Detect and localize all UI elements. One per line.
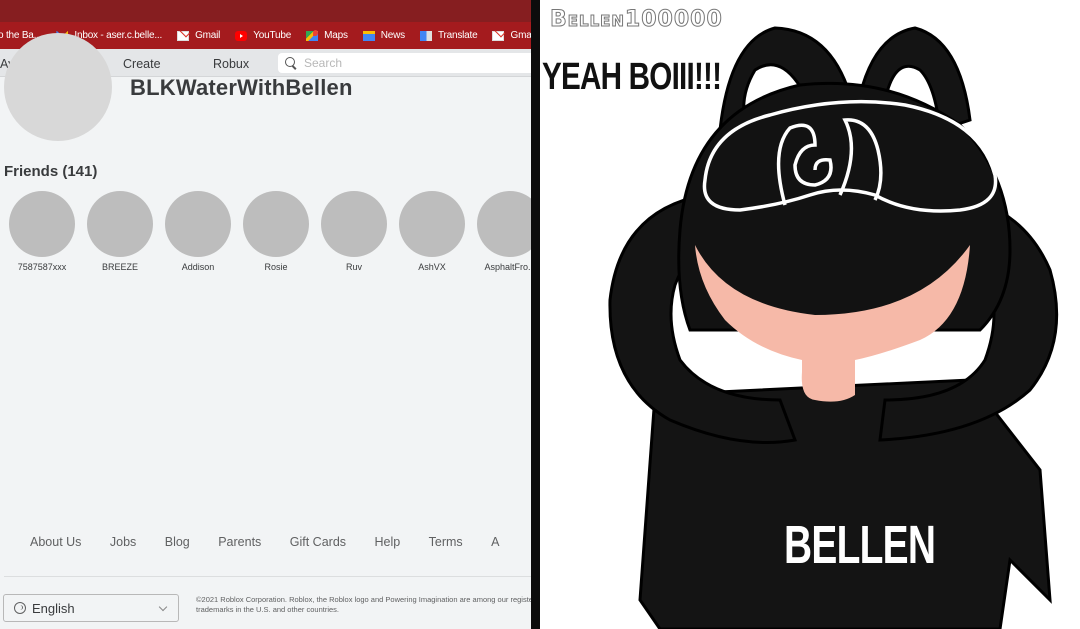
- friend-avatar[interactable]: [399, 191, 465, 257]
- friend-avatar[interactable]: [321, 191, 387, 257]
- friend-item[interactable]: Rosie: [237, 191, 315, 272]
- friends-list: 7587587xxx BREEZE Addison Rosie Ruv AshV…: [0, 191, 531, 281]
- friend-name[interactable]: Rosie: [237, 262, 315, 272]
- friends-heading[interactable]: Friends (141): [4, 163, 97, 180]
- bookmark-item[interactable]: Translate: [419, 30, 478, 41]
- footer-divider: [4, 576, 531, 577]
- nav-create[interactable]: Create: [123, 57, 161, 71]
- search-icon: [284, 56, 298, 70]
- friend-name[interactable]: Addison: [159, 262, 237, 272]
- bookmark-item[interactable]: News: [362, 30, 405, 41]
- bookmark-label: News: [380, 30, 405, 41]
- footer-link-terms[interactable]: Terms: [429, 535, 463, 549]
- footer-link-truncated[interactable]: A: [491, 535, 499, 549]
- friend-item[interactable]: BREEZE: [81, 191, 159, 272]
- bookmark-label: Translate: [437, 30, 478, 41]
- globe-icon: [14, 602, 26, 614]
- panel-divider: [531, 0, 540, 629]
- footer-link-gift-cards[interactable]: Gift Cards: [290, 535, 346, 549]
- youtube-icon: [235, 30, 248, 41]
- footer-link-about-us[interactable]: About Us: [30, 535, 81, 549]
- friend-item[interactable]: Ruv: [315, 191, 393, 272]
- friend-name[interactable]: 7587587xxx: [3, 262, 81, 272]
- bookmark-label: YouTube: [253, 30, 292, 41]
- translate-icon: [419, 30, 432, 41]
- friend-item[interactable]: AshVX: [393, 191, 471, 272]
- footer-link-blog[interactable]: Blog: [165, 535, 190, 549]
- browser-titlebar: [0, 0, 531, 22]
- chevron-down-icon: [158, 602, 168, 612]
- bookmark-label: Maps: [324, 30, 348, 41]
- profile-avatar[interactable]: [4, 33, 112, 141]
- language-select[interactable]: English: [3, 594, 179, 622]
- roblox-profile-screenshot: o the Ba... Inbox - aser.c.belle... Gmai…: [0, 0, 531, 629]
- nav-robux[interactable]: Robux: [213, 57, 249, 71]
- footer-link-jobs[interactable]: Jobs: [110, 535, 136, 549]
- friend-avatar[interactable]: [165, 191, 231, 257]
- friend-item[interactable]: AsphaltFro...: [471, 191, 531, 272]
- meme-image: Bellen100000 YEAH BOIII!!! BELLEN: [540, 0, 1080, 629]
- mail-icon: [492, 30, 505, 41]
- maps-icon: [306, 29, 319, 41]
- bookmark-label: Gmail: [510, 30, 531, 41]
- bookmark-item[interactable]: Gmail: [177, 30, 220, 41]
- friend-name[interactable]: Ruv: [315, 262, 393, 272]
- copyright-text: ©2021 Roblox Corporation. Roblox, the Ro…: [196, 595, 531, 614]
- bookmark-item[interactable]: YouTube: [235, 30, 291, 41]
- search-input[interactable]: Search: [278, 53, 531, 73]
- friend-name[interactable]: AshVX: [393, 262, 471, 272]
- bookmark-label: Gmail: [195, 30, 221, 41]
- news-icon: [362, 30, 375, 41]
- bookmark-item[interactable]: Maps: [306, 29, 348, 41]
- friend-name[interactable]: BREEZE: [81, 262, 159, 272]
- friend-item[interactable]: 7587587xxx: [3, 191, 81, 272]
- footer-links: About Us Jobs Blog Parents Gift Cards He…: [30, 533, 523, 551]
- friend-avatar[interactable]: [243, 191, 309, 257]
- meme-caption: YEAH BOIII!!!: [542, 56, 722, 98]
- bookmark-label: Inbox - aser.c.belle...: [74, 30, 163, 41]
- language-label: English: [32, 600, 75, 616]
- shirt-text: BELLEN: [784, 515, 936, 575]
- watermark-text: Bellen100000: [550, 7, 723, 33]
- friend-name[interactable]: AsphaltFro...: [471, 262, 531, 272]
- friend-avatar[interactable]: [477, 191, 531, 257]
- bookmark-item[interactable]: Gmail: [492, 30, 531, 41]
- profile-username: BLKWaterWithBellen: [130, 75, 353, 100]
- footer-link-parents[interactable]: Parents: [218, 535, 261, 549]
- mail-icon: [177, 30, 190, 41]
- friend-item[interactable]: Addison: [159, 191, 237, 272]
- search-placeholder: Search: [304, 56, 343, 70]
- friend-avatar[interactable]: [87, 191, 153, 257]
- friend-avatar[interactable]: [9, 191, 75, 257]
- footer-link-help[interactable]: Help: [374, 535, 400, 549]
